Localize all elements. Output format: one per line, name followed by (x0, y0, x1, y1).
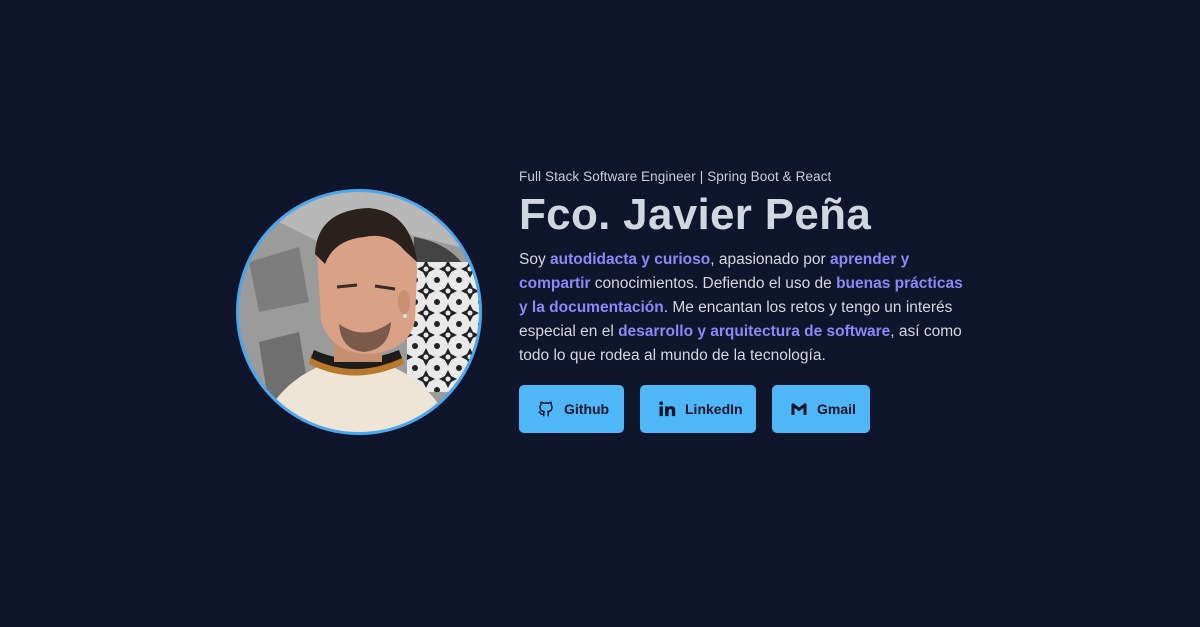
bio-highlight: autodidacta y curioso (550, 251, 711, 268)
page-title: Fco. Javier Peña (519, 190, 872, 239)
profile-section: Full Stack Software Engineer | Spring Bo… (519, 168, 969, 433)
github-label: Github (564, 401, 610, 417)
job-title: Full Stack Software Engineer | Spring Bo… (519, 169, 832, 184)
bio-text: , apasionado por (710, 251, 831, 268)
social-links: Github LinkedIn Gmail (519, 385, 969, 433)
linkedin-label: LinkedIn (685, 401, 743, 417)
gmail-label: Gmail (817, 401, 856, 417)
github-icon (538, 401, 553, 417)
profile-photo (239, 192, 479, 432)
bio-text: conocimientos. Defiendo el uso de (590, 275, 837, 292)
bio-text: Soy (519, 251, 551, 268)
gmail-icon (791, 403, 807, 415)
gmail-button[interactable]: Gmail (772, 385, 870, 433)
bio-paragraph: Soy autodidacta y curioso, apasionado po… (519, 248, 964, 368)
avatar (236, 189, 482, 435)
bio-highlight: desarrollo y arquitectura de software (618, 323, 891, 340)
linkedin-button[interactable]: LinkedIn (640, 385, 756, 433)
linkedin-icon (659, 401, 676, 417)
github-button[interactable]: Github (519, 385, 624, 433)
